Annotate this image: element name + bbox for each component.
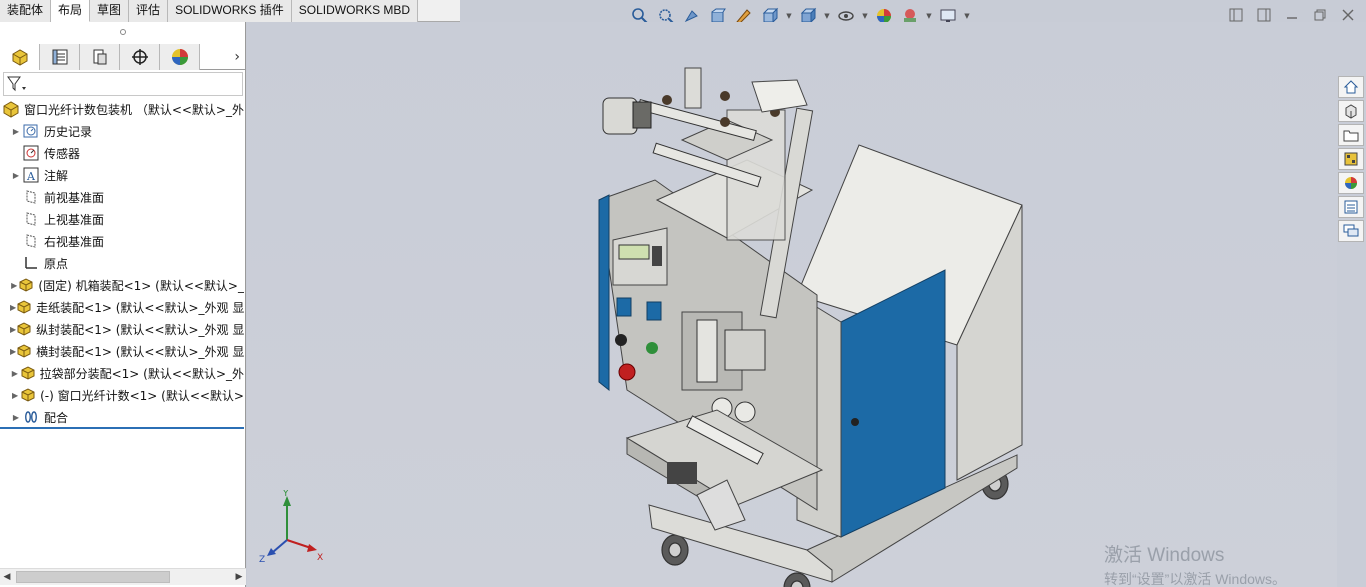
coordinate-triad: Y X Z (259, 490, 323, 565)
task-pane-tabs (1338, 76, 1366, 246)
tree-item-component[interactable]: ▶ 拉袋部分装配<1> (默认<<默认>_外 (0, 362, 244, 384)
scrollbar-track[interactable] (14, 570, 232, 584)
packaging-machine-model[interactable] (597, 50, 1037, 587)
tree-item-component[interactable]: ▶ 纵封装配<1> (默认<<默认>_外观 显 (0, 318, 244, 340)
triad-y-label: Y (282, 490, 289, 499)
watermark-line-2: 转到“设置”以激活 Windows。 (1104, 571, 1287, 587)
appearances-icon[interactable] (1338, 172, 1364, 194)
tree-item-history[interactable]: ▶ 历史记录 (0, 120, 244, 142)
tree-filter[interactable] (3, 72, 243, 96)
expand-arrow-icon[interactable]: ▶ (10, 391, 20, 400)
graphics-viewport[interactable]: Y X Z 激活 Windows 转到“设置”以激活 Windows。 (247, 22, 1337, 587)
sensor-icon (22, 144, 40, 162)
custom-properties-icon[interactable] (1338, 196, 1364, 218)
configuration-manager-icon[interactable] (80, 44, 120, 70)
tab-evaluate[interactable]: 评估 (129, 0, 169, 22)
tree-item-annotations[interactable]: ▶ A 注解 (0, 164, 244, 186)
tree-item-component[interactable]: ▶ (固定) 机箱装配<1> (默认<<默认>_ (0, 274, 244, 296)
plane-icon (22, 232, 40, 250)
tree-item-mates[interactable]: ▶ 配合 (0, 406, 244, 428)
assembly-icon (16, 298, 32, 316)
tree-root[interactable]: 窗口光纤计数包装机 （默认<<默认>_外观 (0, 98, 244, 120)
svg-text:A: A (26, 170, 36, 183)
tab-sketch[interactable]: 草图 (90, 0, 130, 22)
assembly-icon (18, 276, 34, 294)
assembly-icon (2, 100, 20, 118)
property-manager-icon[interactable] (40, 44, 80, 70)
tab-layout[interactable]: 布局 (51, 0, 91, 22)
tree-item-front-plane[interactable]: 前视基准面 (0, 186, 244, 208)
triad-z-label: Z (259, 555, 265, 565)
home-icon[interactable] (1338, 76, 1364, 98)
more-tabs-chevron-icon[interactable]: › (200, 44, 246, 70)
tree-item-component[interactable]: ▶ 走纸装配<1> (默认<<默认>_外观 显 (0, 296, 244, 318)
filter-icon[interactable] (6, 75, 28, 93)
tree-item-component[interactable]: ▶ 横封装配<1> (默认<<默认>_外观 显 (0, 340, 244, 362)
tree-item-right-plane[interactable]: 右视基准面 (0, 230, 244, 252)
tree-item-component[interactable]: ▶ (-) 窗口光纤计数<1> (默认<<默认> (0, 384, 244, 406)
expand-arrow-icon[interactable]: ▶ (10, 171, 22, 180)
tree-item-top-plane[interactable]: 上视基准面 (0, 208, 244, 230)
view-palette-icon[interactable] (1338, 148, 1364, 170)
file-explorer-icon[interactable] (1338, 124, 1364, 146)
design-library-icon[interactable] (1338, 100, 1364, 122)
scroll-left-arrow-icon[interactable]: ◀ (0, 569, 14, 585)
command-manager-tabs: 装配体 布局 草图 评估 SOLIDWORKS 插件 SOLIDWORKS MB… (0, 0, 460, 22)
feature-tree: 窗口光纤计数包装机 （默认<<默认>_外观 ▶ 历史记录 传感器 ▶ A 注解 … (0, 98, 244, 428)
panel-splitter[interactable] (0, 22, 246, 42)
feature-manager-panel: › 窗口光纤计数包装机 （默认<<默认>_外观 ▶ 历史记录 传感器 ▶ A 注… (0, 22, 246, 587)
annotation-icon: A (22, 166, 40, 184)
dimxpert-manager-icon[interactable] (120, 44, 160, 70)
tree-root-label: 窗口光纤计数包装机 （默认<<默认>_外观 (24, 102, 244, 117)
tab-solidworks-addins[interactable]: SOLIDWORKS 插件 (168, 0, 292, 22)
scrollbar-thumb[interactable] (16, 571, 170, 583)
expand-arrow-icon[interactable]: ▶ (10, 127, 22, 136)
tree-item-origin[interactable]: 原点 (0, 252, 244, 274)
scroll-right-arrow-icon[interactable]: ▶ (232, 569, 246, 585)
plane-icon (22, 188, 40, 206)
origin-icon (22, 254, 40, 272)
tree-end-marker (0, 427, 244, 429)
history-icon (22, 122, 40, 140)
tree-item-sensors[interactable]: 传感器 (0, 142, 244, 164)
expand-arrow-icon[interactable]: ▶ (10, 413, 22, 422)
expand-arrow-icon[interactable]: ▶ (10, 369, 20, 378)
assembly-icon (20, 386, 36, 404)
expand-arrow-icon[interactable]: ▶ (10, 281, 18, 290)
tab-assembly[interactable]: 装配体 (0, 0, 52, 22)
splitter-handle-icon[interactable] (120, 29, 126, 35)
mates-icon (22, 408, 40, 426)
tree-horizontal-scrollbar[interactable]: ◀ ▶ (0, 568, 246, 585)
display-manager-icon[interactable] (160, 44, 200, 70)
feature-manager-icon[interactable] (0, 44, 40, 70)
tab-solidworks-mbd[interactable]: SOLIDWORKS MBD (291, 0, 419, 22)
assembly-icon (16, 342, 32, 360)
assembly-icon (20, 364, 36, 382)
triad-x-label: X (317, 553, 323, 563)
plane-icon (22, 210, 40, 228)
manager-tabs: › (0, 44, 246, 70)
assembly-icon (16, 320, 32, 338)
watermark-line-1: 激活 Windows (1104, 545, 1225, 566)
forum-icon[interactable] (1338, 220, 1364, 242)
windows-activation-watermark: 激活 Windows 转到“设置”以激活 Windows。 (1104, 540, 1286, 587)
